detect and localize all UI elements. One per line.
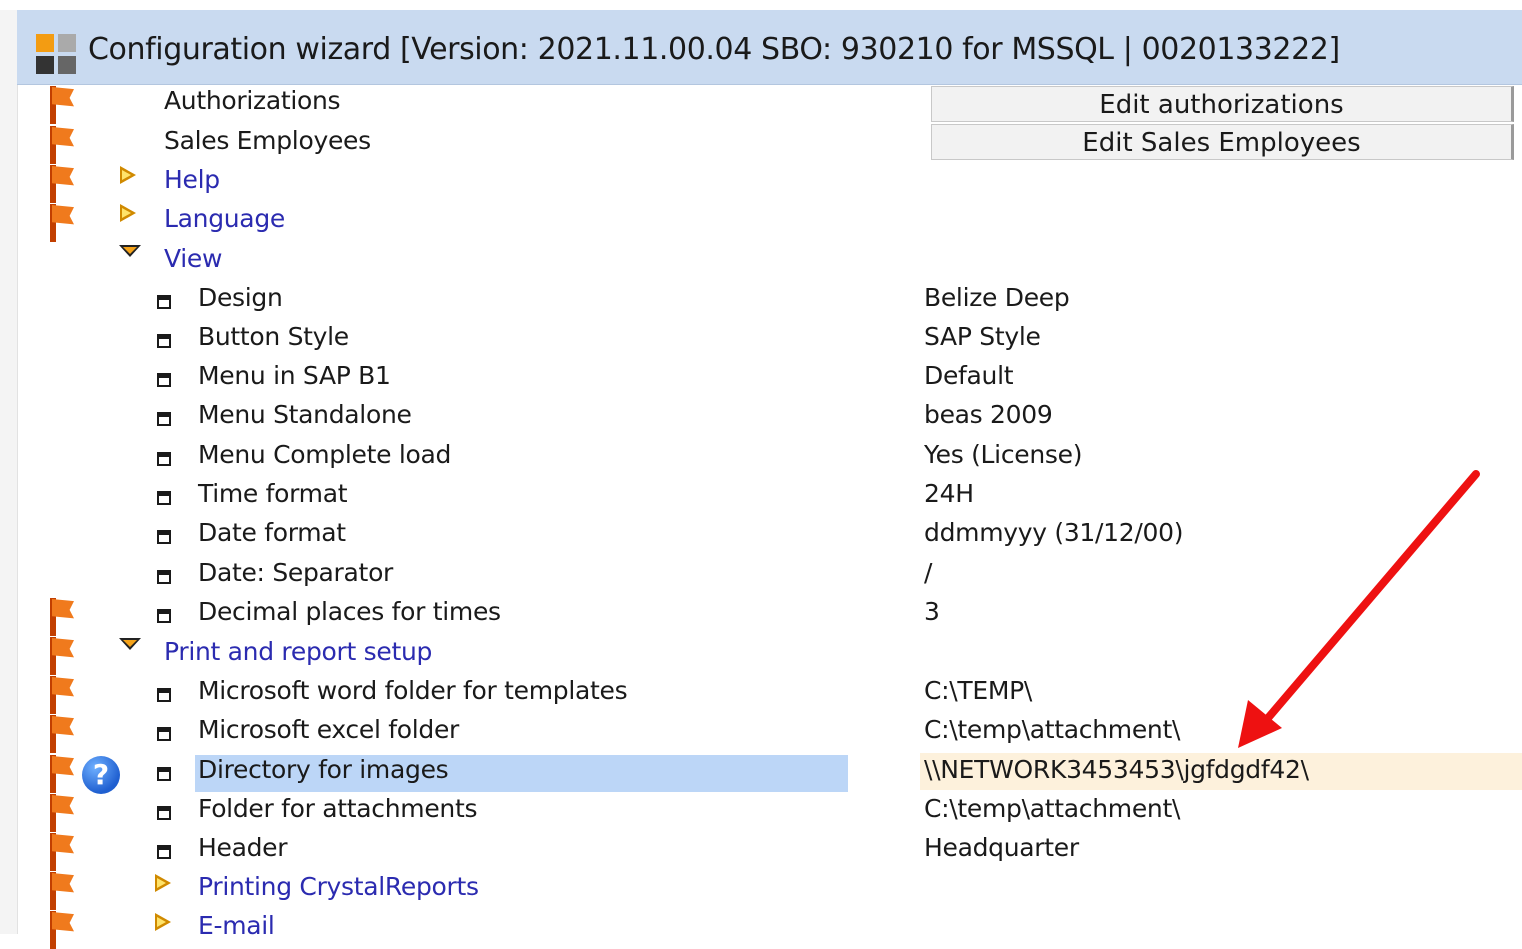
leaf-node-icon — [157, 570, 171, 584]
leaf-node-icon — [157, 412, 171, 426]
tree-node-view[interactable]: View — [164, 244, 222, 273]
setting-label-header[interactable]: Header — [198, 833, 288, 862]
setting-value-time-format[interactable]: 24H — [924, 479, 974, 508]
setting-value-attachments-folder[interactable]: C:\temp\attachment\ — [924, 794, 1180, 823]
setting-label-excel-folder[interactable]: Microsoft excel folder — [198, 715, 459, 744]
leaf-node-icon — [157, 334, 171, 348]
setting-value-excel-folder[interactable]: C:\temp\attachment\ — [924, 715, 1180, 744]
setting-label-menu-complete-load[interactable]: Menu Complete load — [198, 440, 451, 469]
leaf-node-icon — [157, 295, 171, 309]
flag-icon — [47, 637, 77, 675]
flag-icon — [47, 755, 77, 793]
setting-label-date-separator[interactable]: Date: Separator — [198, 558, 393, 587]
flag-icon — [47, 165, 77, 203]
expand-arrow-icon[interactable] — [155, 913, 171, 931]
leaf-node-icon — [157, 688, 171, 702]
edit-authorizations-button[interactable]: Edit authorizations — [931, 86, 1514, 122]
setting-value-header[interactable]: Headquarter — [924, 833, 1079, 862]
setting-label-word-folder[interactable]: Microsoft word folder for templates — [198, 676, 628, 705]
setting-value-date-format[interactable]: ddmmyyy (31/12/00) — [924, 518, 1183, 547]
flag-icon — [47, 676, 77, 714]
setting-value-button-style[interactable]: SAP Style — [924, 322, 1041, 351]
flag-icon — [47, 204, 77, 242]
setting-label-date-format[interactable]: Date format — [198, 518, 346, 547]
leaf-node-icon — [157, 452, 171, 466]
tree-node-help[interactable]: Help — [164, 165, 220, 194]
expand-arrow-icon[interactable] — [120, 166, 136, 184]
tree-node-print-report-setup[interactable]: Print and report setup — [164, 637, 432, 666]
tree-node-language[interactable]: Language — [164, 204, 285, 233]
setting-label-attachments-folder[interactable]: Folder for attachments — [198, 794, 477, 823]
setting-label-menu-standalone[interactable]: Menu Standalone — [198, 400, 412, 429]
flag-icon — [47, 126, 77, 164]
setting-value-word-folder[interactable]: C:\TEMP\ — [924, 676, 1032, 705]
leaf-node-icon — [157, 806, 171, 820]
setting-label-button-style[interactable]: Button Style — [198, 322, 349, 351]
setting-value-design[interactable]: Belize Deep — [924, 283, 1070, 312]
setting-label-directory-images[interactable]: Directory for images — [198, 755, 449, 784]
collapse-arrow-icon[interactable] — [119, 638, 141, 650]
edit-sales-employees-button[interactable]: Edit Sales Employees — [931, 124, 1514, 160]
setting-value-menu-complete-load[interactable]: Yes (License) — [924, 440, 1082, 469]
setting-value-directory-images[interactable]: \\NETWORK3453453\jgfdgdf42\ — [924, 755, 1309, 784]
tree-item-authorizations[interactable]: Authorizations — [164, 86, 341, 115]
leaf-node-icon — [157, 373, 171, 387]
setting-value-date-separator[interactable]: / — [924, 558, 932, 587]
setting-value-menu-sap-b1[interactable]: Default — [924, 361, 1014, 390]
flag-icon — [47, 598, 77, 636]
flag-icon — [47, 911, 77, 949]
leaf-node-icon — [157, 727, 171, 741]
app-logo-icon — [36, 34, 78, 76]
leaf-node-icon — [157, 767, 171, 781]
flag-icon — [47, 794, 77, 832]
flag-icon — [47, 833, 77, 871]
leaf-node-icon — [157, 845, 171, 859]
flag-icon — [47, 86, 77, 124]
tree-node-email[interactable]: E-mail — [198, 911, 275, 940]
setting-label-decimal-places[interactable]: Decimal places for times — [198, 597, 501, 626]
flag-icon — [47, 872, 77, 910]
leaf-node-icon — [157, 530, 171, 544]
collapse-arrow-icon[interactable] — [119, 245, 141, 257]
expand-arrow-icon[interactable] — [120, 204, 136, 222]
tree-node-printing-crystalreports[interactable]: Printing CrystalReports — [198, 872, 479, 901]
leaf-node-icon — [157, 491, 171, 505]
setting-label-time-format[interactable]: Time format — [198, 479, 348, 508]
tree-item-sales-employees[interactable]: Sales Employees — [164, 126, 371, 155]
setting-value-decimal-places[interactable]: 3 — [924, 597, 940, 626]
setting-label-design[interactable]: Design — [198, 283, 283, 312]
setting-value-menu-standalone[interactable]: beas 2009 — [924, 400, 1053, 429]
setting-label-menu-sap-b1[interactable]: Menu in SAP B1 — [198, 361, 391, 390]
window-title: Configuration wizard [Version: 2021.11.0… — [88, 32, 1340, 67]
leaf-node-icon — [157, 609, 171, 623]
flag-icon — [47, 715, 77, 753]
expand-arrow-icon[interactable] — [155, 874, 171, 892]
window-left-border — [0, 10, 18, 934]
help-icon[interactable]: ? — [82, 756, 120, 794]
